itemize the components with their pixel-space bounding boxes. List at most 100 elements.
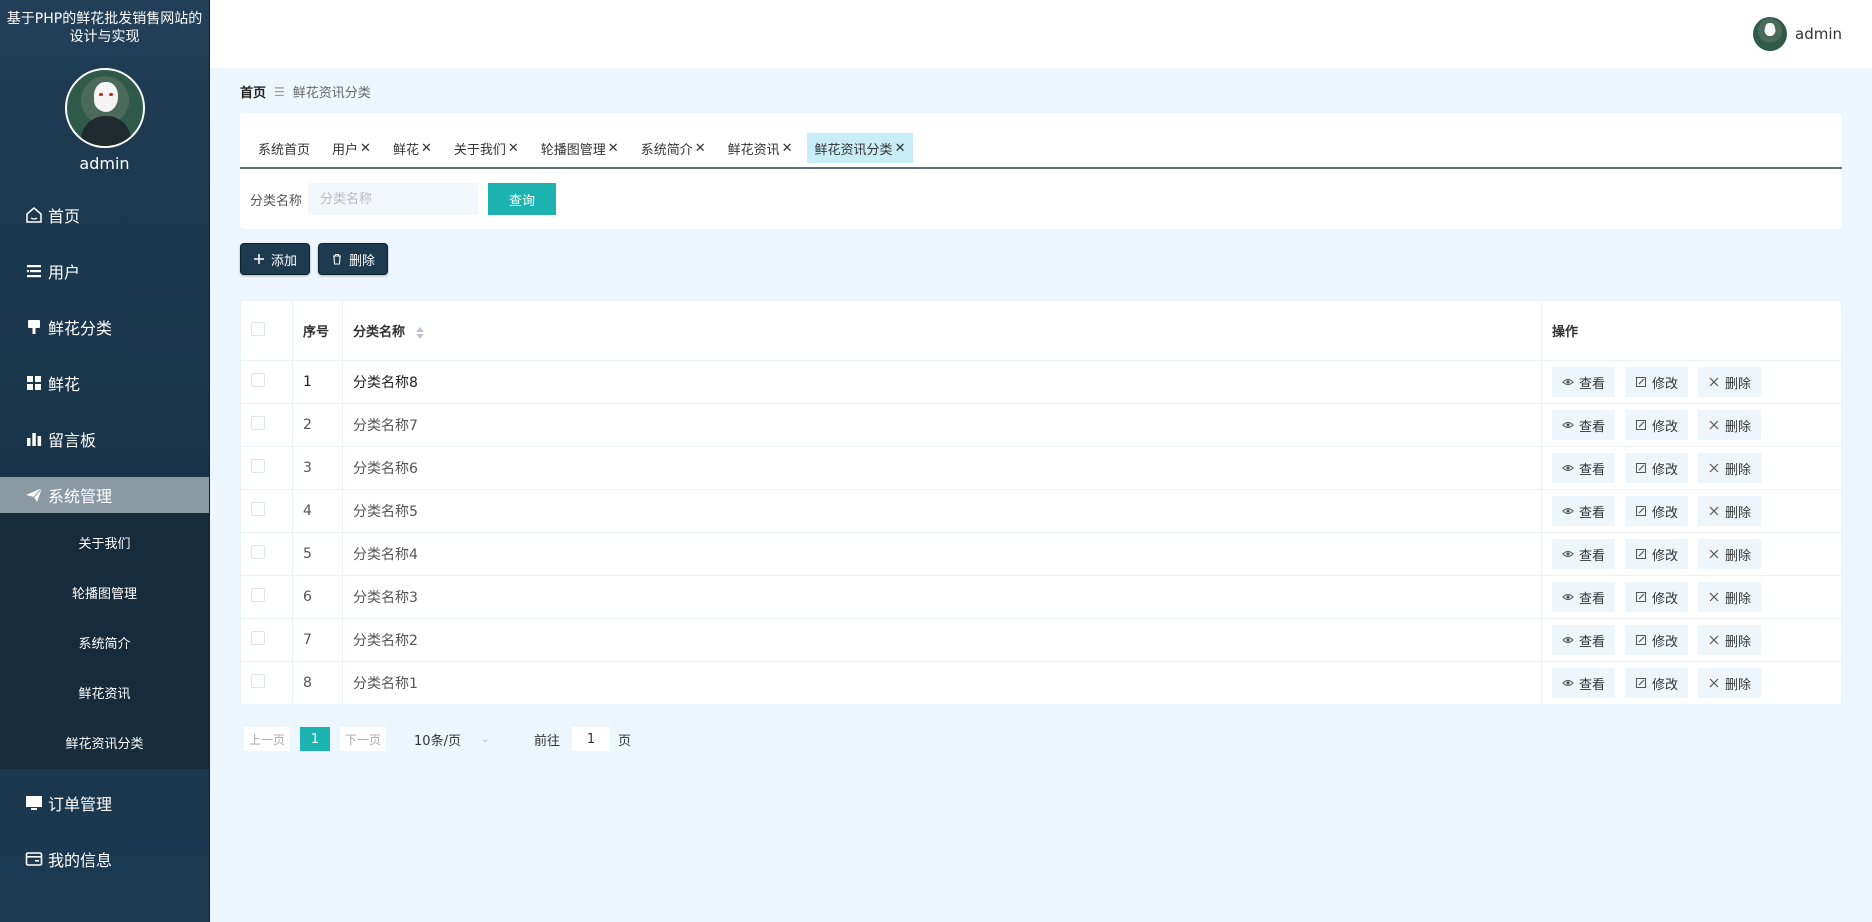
header-name[interactable]: 分类名称 [342,300,1542,361]
view-button[interactable]: 查看 [1552,410,1616,440]
view-label: 查看 [1579,548,1606,564]
edit-button[interactable]: 修改 [1625,582,1689,612]
row-category-name: 分类名称3 [342,575,1542,619]
view-button[interactable]: 查看 [1552,367,1616,397]
tab-flower-news[interactable]: 鲜花资讯 ✕ [719,133,801,163]
view-button[interactable]: 查看 [1552,625,1616,655]
sidebar-item-user[interactable]: 用户 [0,243,209,299]
sidebar-item-message-board[interactable]: 留言板 [0,411,209,467]
sidebar-item-flower-category[interactable]: 鲜花分类 [0,299,209,355]
sidebar-item-flower[interactable]: 鲜花 [0,355,209,411]
sidebar-submenu: 关于我们 轮播图管理 系统简介 鲜花资讯 鲜花资讯分类 [0,513,209,769]
close-icon[interactable]: ✕ [508,141,519,156]
row-index: 2 [292,403,343,447]
page-size-select[interactable]: 10条/页 ⌄ [414,730,504,749]
delete-button-label: 删除 [349,253,376,269]
view-button[interactable]: 查看 [1552,453,1616,483]
row-checkbox[interactable] [251,416,265,430]
row-category-name: 分类名称2 [342,618,1542,662]
view-button[interactable]: 查看 [1552,539,1616,569]
goto-page-input[interactable] [572,727,611,751]
category-name-input[interactable] [308,183,479,215]
row-delete-button[interactable]: 删除 [1698,539,1762,569]
pagination: 上一页 1 下一页 10条/页 ⌄ 前往 页 [244,727,631,751]
row-delete-button[interactable]: 删除 [1698,625,1762,655]
edit-button[interactable]: 修改 [1625,410,1689,440]
close-icon[interactable]: ✕ [782,141,793,156]
tab-system-intro[interactable]: 系统简介 ✕ [632,133,714,163]
edit-button[interactable]: 修改 [1625,367,1689,397]
sidebar-subitem-system-intro[interactable]: 系统简介 [0,617,209,667]
row-delete-button[interactable]: 删除 [1698,367,1762,397]
page-number-current[interactable]: 1 [300,727,331,751]
edit-button[interactable]: 修改 [1625,668,1689,698]
row-checkbox[interactable] [251,588,265,602]
row-index: 3 [292,446,343,490]
close-icon[interactable]: ✕ [608,141,619,156]
sidebar-subitem-flower-news[interactable]: 鲜花资讯 [0,667,209,717]
row-delete-button[interactable]: 删除 [1698,410,1762,440]
close-icon[interactable]: ✕ [421,141,432,156]
add-button[interactable]: 添加 [240,243,311,275]
sidebar-subitem-carousel[interactable]: 轮播图管理 [0,567,209,617]
row-checkbox[interactable] [251,545,265,559]
tab-about[interactable]: 关于我们 ✕ [445,133,527,163]
delete-label: 删除 [1725,548,1752,564]
row-category-name: 分类名称5 [342,489,1542,533]
next-page-button[interactable]: 下一页 [340,727,387,751]
edit-button[interactable]: 修改 [1625,453,1689,483]
row-delete-button[interactable]: 删除 [1698,453,1762,483]
row-delete-button[interactable]: 删除 [1698,582,1762,612]
close-icon[interactable]: ✕ [360,141,371,156]
top-user-menu[interactable]: admin [1753,17,1842,51]
sidebar-item-home[interactable]: 首页 [0,187,209,243]
row-checkbox[interactable] [251,631,265,645]
row-delete-button[interactable]: 删除 [1698,668,1762,698]
table-row: 6 分类名称3 查看 修改 删除 [240,575,1842,619]
row-checkbox[interactable] [251,502,265,516]
edit-button[interactable]: 修改 [1625,496,1689,526]
close-icon[interactable]: ✕ [695,141,706,156]
row-checkbox[interactable] [251,674,265,688]
close-icon[interactable]: ✕ [895,141,906,156]
avatar [64,68,145,148]
row-checkbox[interactable] [251,373,265,387]
delete-label: 删除 [1725,462,1752,478]
edit-icon [1635,548,1647,560]
sidebar-item-label: 鲜花 [48,375,81,394]
edit-button[interactable]: 修改 [1625,625,1689,655]
edit-label: 修改 [1652,548,1679,564]
tab-home[interactable]: 系统首页 [250,133,319,163]
tab-flower[interactable]: 鲜花 ✕ [384,133,440,163]
sidebar-item-my-info[interactable]: 我的信息 [0,831,209,887]
sidebar-subitem-about[interactable]: 关于我们 [0,517,209,567]
tab-label: 用户 [332,142,359,158]
view-button[interactable]: 查看 [1552,582,1616,612]
select-all-checkbox[interactable] [251,321,265,336]
edit-icon [1635,505,1647,517]
row-checkbox[interactable] [251,459,265,473]
close-icon [1708,591,1720,603]
sort-icon[interactable] [415,326,424,339]
view-button[interactable]: 查看 [1552,496,1616,526]
edit-label: 修改 [1652,634,1679,650]
sidebar-item-label: 我的信息 [48,851,113,870]
tab-carousel[interactable]: 轮播图管理 ✕ [532,133,627,163]
goto-label: 前往 [534,733,561,749]
tab-flower-news-category[interactable]: 鲜花资讯分类 ✕ [806,133,914,163]
sidebar-item-orders[interactable]: 订单管理 [0,775,209,831]
row-delete-button[interactable]: 删除 [1698,496,1762,526]
sidebar-subitem-flower-news-category[interactable]: 鲜花资讯分类 [0,717,209,767]
delete-button[interactable]: 删除 [318,243,389,275]
brush-icon [24,317,44,337]
tab-user[interactable]: 用户 ✕ [324,133,379,163]
breadcrumb-home[interactable]: 首页 [240,82,266,101]
tab-label: 轮播图管理 [540,142,606,158]
search-form: 分类名称 查询 [250,183,557,215]
prev-page-button[interactable]: 上一页 [244,727,291,751]
view-button[interactable]: 查看 [1552,668,1616,698]
edit-button[interactable]: 修改 [1625,539,1689,569]
top-avatar [1753,17,1787,51]
sidebar-item-system[interactable]: 系统管理 [0,477,209,513]
search-button[interactable]: 查询 [488,183,557,215]
